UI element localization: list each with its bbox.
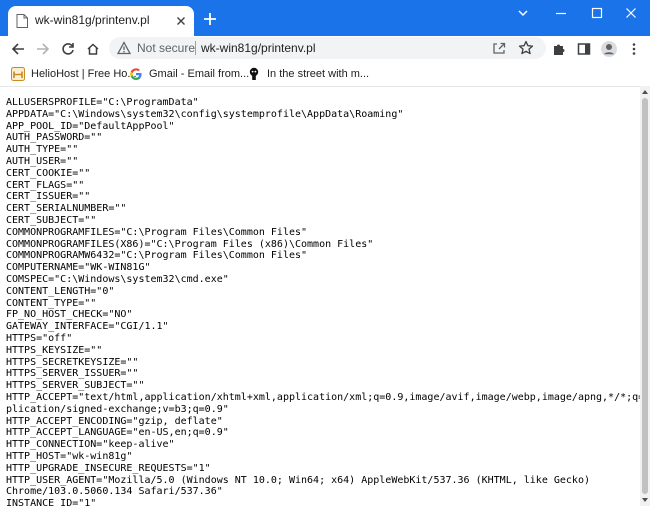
window-close-icon [626,8,636,18]
env-line: HTTP_CONNECTION="keep-alive" [6,439,175,451]
env-line: HTTP_ACCEPT_LANGUAGE="en-US,en;q=0.9" [6,427,229,439]
env-line: CONTENT_LENGTH="0" [6,285,115,297]
arrow-left-icon [11,43,24,55]
bookmark-label: Gmail - Email from... [149,68,250,80]
bookmark-in-the-street[interactable]: In the street with m... [247,65,369,83]
close-icon[interactable] [174,14,188,28]
triangle-up-icon [642,90,648,94]
new-tab-plus-icon[interactable] [202,11,218,27]
bookmark-heliohost[interactable]: HelioHost | Free Ho... [11,65,137,83]
env-line: HTTPS_SECRETKEYSIZE="" [6,356,139,368]
env-line: GATEWAY_INTERFACE="CGI/1.1" [6,321,169,333]
menu-button[interactable] [625,40,643,58]
env-line: HTTP_ACCEPT_ENCODING="gzip, deflate" [6,415,223,427]
env-line: HTTP_UPGRADE_INSECURE_REQUESTS="1" [6,462,211,474]
env-line: APP_POOL_ID="DefaultAppPool" [6,120,175,132]
environment-variables-output: ALLUSERSPROFILE="C:\ProgramData" APPDATA=… [6,97,640,507]
forward-button[interactable] [34,40,52,58]
env-line: COMPUTERNAME="WK-WIN81G" [6,262,151,274]
side-panel-button[interactable] [575,40,593,58]
home-button[interactable] [84,40,102,58]
env-line: plication/signed-exchange;v=b3;q=0.9" [6,403,229,415]
address-bar[interactable]: Not secure wk-win81g/printenv.pl [109,37,546,59]
bookmark-label: In the street with m... [267,68,370,80]
env-line: COMMONPROGRAMW6432="C:\Program Files\Com… [6,250,308,262]
page-content: ALLUSERSPROFILE="C:\ProgramData" APPDATA=… [0,86,640,507]
triangle-down-icon [642,498,648,502]
env-line: APPDATA="C:\Windows\system32\config\syst… [6,108,404,120]
bookmarks-bar: HelioHost | Free Ho... Gmail - Email fro… [0,62,650,86]
divider [195,41,196,55]
env-line: CERT_ISSUER="" [6,191,91,203]
puzzle-icon [554,44,565,55]
bookmark-label: HelioHost | Free Ho... [31,68,137,80]
window-close-button[interactable] [612,0,650,26]
dark-favicon-icon [249,67,259,80]
profile-button[interactable] [600,40,618,58]
scroll-down-arrow[interactable] [640,495,650,505]
env-line: FP_NO_HOST_CHECK="NO" [6,309,133,321]
scroll-up-arrow[interactable] [640,87,650,97]
vertical-scrollbar[interactable] [640,86,650,506]
env-line: HTTPS_SERVER_ISSUER="" [6,368,139,380]
reload-icon [62,43,74,55]
side-panel-icon [577,43,591,55]
env-line: HTTPS_KEYSIZE="" [6,344,103,356]
env-line: CERT_COOKIE="" [6,167,91,179]
tab-search-button[interactable] [504,0,542,26]
document-icon [16,14,28,28]
env-line: CONTENT_TYPE="" [6,297,97,309]
warning-triangle-icon[interactable] [117,41,131,55]
extensions-button[interactable] [550,40,568,58]
maximize-icon [591,7,603,19]
share-icon[interactable] [492,41,506,55]
minimize-button[interactable] [542,0,580,26]
google-icon [130,68,142,80]
url-text[interactable]: wk-win81g/printenv.pl [201,41,316,55]
env-line: Chrome/103.0.5060.134 Safari/537.36" [6,486,223,498]
back-button[interactable] [9,40,27,58]
arrow-right-icon [37,43,50,55]
scroll-thumb[interactable] [642,98,648,494]
env-line: AUTH_PASSWORD="" [6,132,103,144]
bookmark-gmail[interactable]: Gmail - Email from... [129,65,249,83]
env-line: AUTH_TYPE="" [6,144,79,156]
env-line: HTTP_USER_AGENT="Mozilla/5.0 (Windows NT… [6,474,590,486]
env-line: COMSPEC="C:\Windows\system32\cmd.exe" [6,273,229,285]
env-line: CERT_SUBJECT="" [6,214,97,226]
tab-printenv[interactable]: wk-win81g/printenv.pl [8,6,194,36]
env-line: AUTH_USER="" [6,155,79,167]
env-line: HTTP_ACCEPT="text/html,application/xhtml… [6,391,640,403]
env-line: COMMONPROGRAMFILES="C:\Program Files\Com… [6,226,308,238]
maximize-button[interactable] [578,0,616,26]
env-line: HTTPS_SERVER_SUBJECT="" [6,380,145,392]
env-line: ALLUSERSPROFILE="C:\ProgramData" [6,97,199,108]
security-status[interactable]: Not secure [137,41,195,55]
env-line: HTTP_HOST="wk-win81g" [6,450,133,462]
heliohost-icon [11,67,25,81]
kebab-menu-icon [632,43,636,55]
chevron-down-icon [518,10,528,17]
env-line: HTTPS="off" [6,332,73,344]
reload-button[interactable] [59,40,77,58]
home-icon [87,43,99,55]
env-line: CERT_FLAGS="" [6,179,85,191]
tab-title: wk-win81g/printenv.pl [35,13,150,27]
bookmark-star-icon[interactable] [518,40,534,56]
title-bar: wk-win81g/printenv.pl [0,0,650,36]
avatar-icon [601,41,617,57]
minimize-icon [556,12,566,15]
env-line: CERT_SERIALNUMBER="" [6,203,127,215]
env-line: COMMONPROGRAMFILES(X86)="C:\Program File… [6,238,374,250]
